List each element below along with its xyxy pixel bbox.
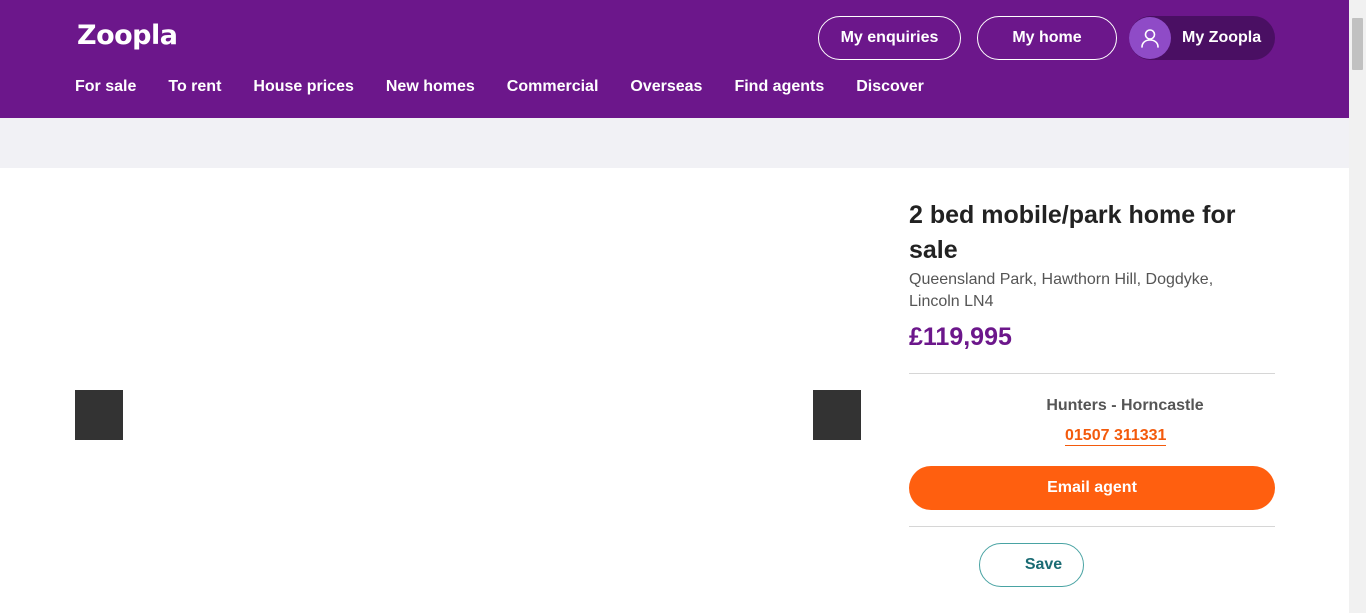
gallery-next-button[interactable] xyxy=(813,390,861,440)
nav-for-sale[interactable]: For sale xyxy=(75,78,136,96)
nav-overseas[interactable]: Overseas xyxy=(630,78,702,96)
site-header: Zoopla For sale To rent House prices New… xyxy=(0,0,1349,118)
agent-name: Hunters - Horncastle xyxy=(1046,397,1204,414)
divider xyxy=(909,526,1275,527)
agent-phone-link[interactable]: 01507 311331 xyxy=(1065,427,1167,446)
my-zoopla-label: My Zoopla xyxy=(1182,29,1262,46)
main-nav: For sale To rent House prices New homes … xyxy=(75,78,956,96)
my-home-button[interactable]: My home xyxy=(977,16,1117,60)
nav-to-rent[interactable]: To rent xyxy=(168,78,221,96)
save-button[interactable]: Save xyxy=(979,543,1084,587)
email-agent-button[interactable]: Email agent xyxy=(909,466,1275,510)
breadcrumb-band xyxy=(0,118,1349,168)
zoopla-logo[interactable]: Zoopla xyxy=(77,20,178,51)
nav-commercial[interactable]: Commercial xyxy=(507,78,599,96)
nav-house-prices[interactable]: House prices xyxy=(253,78,353,96)
listing-address: Queensland Park, Hawthorn Hill, Dogdyke,… xyxy=(909,271,1214,310)
my-zoopla-button[interactable]: My Zoopla xyxy=(1129,16,1275,60)
user-icon xyxy=(1129,17,1171,59)
scrollbar-thumb[interactable] xyxy=(1352,18,1363,70)
nav-new-homes[interactable]: New homes xyxy=(386,78,475,96)
divider xyxy=(909,373,1275,374)
gallery-previous-button[interactable] xyxy=(75,390,123,440)
listing-title: 2 bed mobile/park home for sale xyxy=(909,201,1236,264)
scrollbar[interactable] xyxy=(1349,0,1366,613)
listing-price: £119,995 xyxy=(909,323,1012,351)
my-enquiries-button[interactable]: My enquiries xyxy=(818,16,961,60)
nav-find-agents[interactable]: Find agents xyxy=(734,78,824,96)
nav-discover[interactable]: Discover xyxy=(856,78,924,96)
